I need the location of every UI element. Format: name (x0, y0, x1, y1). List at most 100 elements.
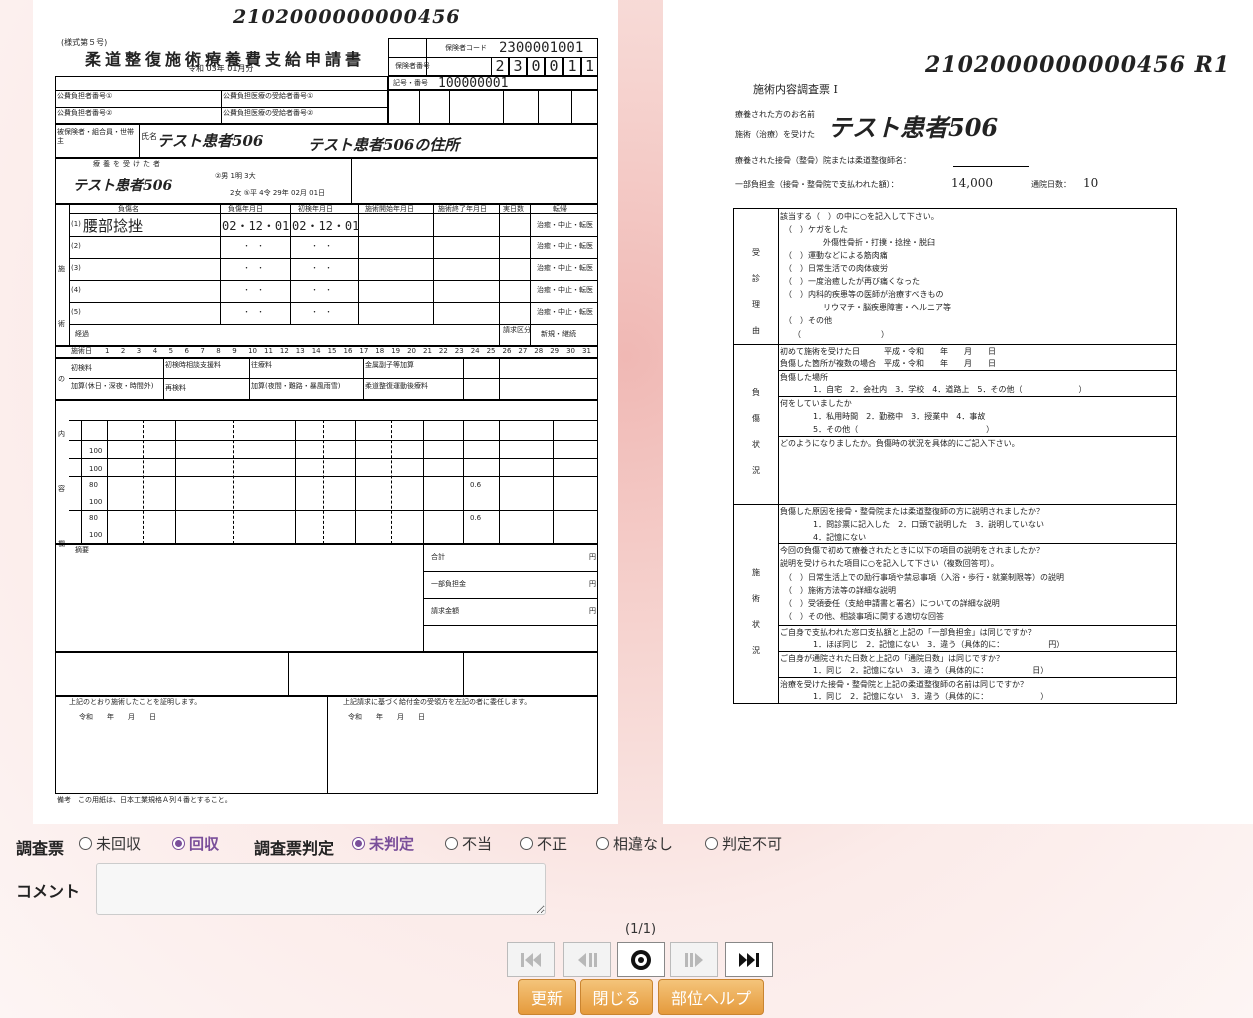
step-back-icon (578, 952, 597, 967)
judgment-radio-improper[interactable]: 不当 (445, 833, 492, 854)
day-number: 30 (566, 347, 576, 355)
treat-line: （ ）日常生活上での励行事項や禁忌事項（入浴・歩行・就業制限等）の説明 (784, 573, 1064, 582)
radio-label: 不当 (462, 835, 493, 853)
day-number: 14 (311, 347, 321, 355)
day-number: 18 (375, 347, 385, 355)
step-forward-icon (685, 952, 703, 967)
day-number: 3 (136, 347, 142, 355)
multi-value: 0.6 (470, 481, 482, 489)
unit-yen: 円 (589, 607, 596, 615)
judgment-radio-no-discrepancy[interactable]: 相違なし (596, 833, 673, 854)
day-number: 26 (502, 347, 512, 355)
day-number: 10 (248, 347, 258, 355)
radio-circle-icon[interactable] (172, 837, 185, 850)
reason-line: （ ）内科的疾患等の医師が治療すべきもの (784, 290, 944, 299)
summary-label: 摘要 (75, 546, 89, 554)
day-number: 7 (200, 347, 205, 355)
treat-line: 今回の負傷で初めて療養されたときに以下の項目の説明をされましたか？ (780, 546, 1044, 555)
comment-input[interactable] (96, 863, 546, 915)
judgment-radio-undetermined[interactable]: 未判定 (352, 833, 414, 854)
radio-circle-icon[interactable] (520, 837, 533, 850)
claim-amount-label: 請求金額 (431, 607, 459, 615)
day-number: 1 (105, 347, 110, 355)
survey-status-label: 調査票 (16, 839, 65, 858)
skip-first-icon (521, 952, 541, 967)
day-number: 5 (168, 347, 174, 355)
reason-line: 外傷性骨折・打撲・捻挫・脱臼 (823, 238, 935, 247)
survey-visits-label: 通院日数： (1031, 180, 1071, 189)
fee-label: 柔道整復運動後療料 (365, 382, 428, 390)
fee-label: 再検料 (165, 384, 186, 392)
survey-clinic-label: 療養された接骨（整骨）院または柔道整復師名： (735, 156, 911, 165)
survey-title: 施術内容調査票 I (753, 83, 838, 96)
page-indicator: (1/1) (625, 922, 657, 937)
first-page-button[interactable] (507, 942, 555, 977)
form-period: 令和 03年 01月分 (188, 64, 254, 73)
injury-date: ・ ・ (243, 308, 264, 316)
day-number: 9 (232, 347, 237, 355)
pct-value: 100 (89, 447, 103, 455)
claim-type-label: 請求区分 (503, 326, 531, 334)
form-id-number: 2102000000000456 (233, 6, 461, 28)
unit-yen: 円 (589, 580, 596, 588)
part-help-button[interactable]: 部位ヘルプ (658, 979, 764, 1015)
injury-outcome: 治癒・中止・転医 (537, 308, 593, 316)
comment-label: コメント (16, 882, 81, 901)
injury-line: 1．自宅 2．会社内 3．学校 4．道路上 5．その他（ ） (813, 385, 1087, 394)
survey-form-image: 2102000000000456 R1 施術内容調査票 I 療養された方のお名前… (663, 0, 1253, 824)
current-page-button[interactable] (617, 942, 665, 977)
judgment-radio-fraud[interactable]: 不正 (520, 833, 567, 854)
insurer-no-label: 保険者番号 (395, 62, 430, 70)
next-page-button[interactable] (670, 942, 718, 977)
last-page-button[interactable] (725, 942, 773, 977)
insured-name: テスト患者506 (157, 132, 264, 150)
radio-circle-icon[interactable] (445, 837, 458, 850)
day-number: 4 (152, 347, 158, 355)
radio-circle-icon[interactable] (596, 837, 609, 850)
treat-line: （ ）施術方法等の詳細な説明 (784, 586, 896, 595)
treat-line: 1．ほぼ同じ 2．記憶にない 3．違う（具体的に： 円） (813, 640, 1065, 649)
radio-circle-icon[interactable] (705, 837, 718, 850)
injury-header-name: 負傷名 (118, 205, 139, 213)
radio-circle-icon[interactable] (79, 837, 92, 850)
fee-label: 金属副子等加算 (365, 361, 414, 369)
fee-label: 初検料 (71, 364, 92, 372)
prev-page-button[interactable] (563, 942, 611, 977)
side-label: 術 (58, 320, 65, 328)
pct-value: 80 (89, 514, 98, 522)
injury-outcome: 治癒・中止・転医 (537, 264, 593, 272)
judgment-radio-undeterminable[interactable]: 判定不可 (705, 833, 782, 854)
day-number: 20 (407, 347, 417, 355)
injury-line: 5．その他（ ） (813, 425, 995, 434)
day-number: 19 (391, 347, 401, 355)
injury-header-end: 施術終了年月日 (438, 205, 487, 213)
injury-row-no: (2) (71, 242, 81, 250)
survey-patient-name: テスト患者506 (828, 113, 999, 142)
radio-circle-icon[interactable] (352, 837, 365, 850)
symbol-number-label: 記号・番号 (393, 79, 428, 87)
reason-line: （ ） (793, 330, 889, 339)
injury-header-start: 施術開始年月日 (365, 205, 414, 213)
insured-name-label: 氏名 (141, 132, 157, 141)
close-button[interactable]: 閉じる (580, 979, 653, 1015)
injury-row-no: (4) (71, 286, 81, 294)
refresh-button[interactable]: 更新 (518, 979, 576, 1015)
survey-radio-uncollected[interactable]: 未回収 (79, 833, 141, 854)
day-label: 施術日 (71, 347, 92, 355)
pct-value: 100 (89, 531, 103, 539)
survey-radio-collected[interactable]: 回収 (172, 833, 219, 854)
day-number: 16 (343, 347, 353, 355)
treat-line: （ ）受領委任（支給申請書と署名）についての詳細な説明 (784, 599, 1000, 608)
day-number: 2 (120, 347, 126, 355)
day-number: 12 (279, 347, 289, 355)
skip-last-icon (739, 952, 759, 967)
day-number: 27 (518, 347, 528, 355)
injury-date: ・ ・ (243, 264, 264, 272)
reason-line: （ ）日常生活での肉体疲労 (784, 264, 888, 273)
pct-value: 100 (89, 465, 103, 473)
fee-label: 加算(夜間・難路・暴風雨雪) (251, 382, 341, 390)
claim-form-image: 2102000000000456 (様式第５号) 柔道整復施術療養費支給申請書 … (33, 0, 618, 824)
day-number: 8 (216, 347, 221, 355)
day-number: 24 (470, 347, 480, 355)
injury-name: 腰部捻挫 (83, 217, 144, 235)
